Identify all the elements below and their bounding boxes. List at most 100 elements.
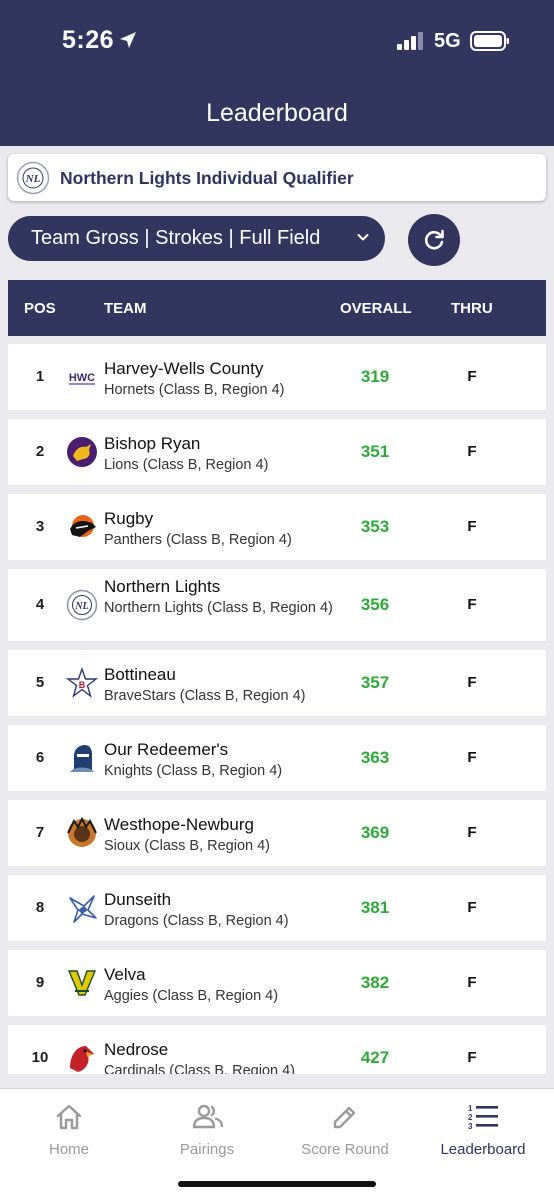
team-subtitle: Sioux (Class B, Region 4): [104, 838, 271, 854]
star-logo-icon: B: [65, 666, 99, 699]
tab-score-round[interactable]: Score Round: [276, 1089, 414, 1169]
thru-status: F: [467, 899, 477, 916]
row-position: 10: [31, 1049, 49, 1066]
refresh-icon: [424, 229, 444, 250]
team-subtitle: Hornets (Class B, Region 4): [104, 382, 285, 398]
team-name: Bottineau: [104, 665, 176, 684]
team-subtitle: Panthers (Class B, Region 4): [104, 532, 292, 548]
table-row[interactable]: 7 Westhope-Newburg Sioux (Class B, Regio…: [8, 800, 546, 866]
thru-status: F: [467, 596, 477, 613]
tab-label: Home: [48, 1141, 89, 1158]
row-position: 7: [35, 824, 45, 841]
overall-score: 351: [360, 442, 390, 461]
overall-score: 382: [360, 973, 390, 992]
table-row[interactable]: 2 Bishop Ryan Lions (Class B, Region 4) …: [8, 419, 546, 485]
lion-logo-icon: [66, 436, 98, 468]
row-position: 4: [35, 596, 45, 613]
overall-score: 319: [360, 367, 390, 386]
dragon-logo-icon: [66, 892, 98, 924]
table-row[interactable]: 6 Our Redeemer's Knights (Class B, Regio…: [8, 725, 546, 791]
team-subtitle: Lions (Class B, Region 4): [104, 457, 269, 473]
leaderboard-filter-select[interactable]: Team Gross | Strokes | Full Field: [8, 216, 385, 261]
column-header-thru[interactable]: THRU: [451, 300, 493, 317]
team-name: Harvey-Wells County: [104, 359, 264, 378]
row-position: 5: [35, 674, 45, 691]
leaderboard-icon: 1 2 3: [468, 1104, 498, 1131]
location-arrow-icon: [120, 32, 136, 48]
row-position: 6: [35, 749, 45, 766]
overall-score: 353: [360, 517, 390, 536]
team-name: Bishop Ryan: [104, 434, 201, 453]
knight-logo-icon: [66, 742, 98, 774]
pencil-icon: [333, 1106, 356, 1129]
refresh-button[interactable]: [408, 214, 460, 266]
status-time: 5:26: [62, 26, 115, 54]
battery-icon: [470, 31, 509, 51]
team-name: Velva: [104, 965, 146, 984]
team-name: Westhope-Newburg: [104, 815, 254, 834]
row-position: 1: [35, 368, 45, 385]
column-header-pos[interactable]: POS: [24, 300, 56, 317]
tab-label: Leaderboard: [440, 1141, 526, 1158]
tab-label: Pairings: [179, 1141, 235, 1158]
team-name: Northern Lights: [104, 577, 221, 596]
home-icon: [56, 1104, 82, 1130]
page-title: Leaderboard: [206, 99, 348, 127]
event-logo-icon: NL: [16, 161, 50, 195]
thru-status: F: [467, 749, 477, 766]
tab-pairings[interactable]: Pairings: [138, 1089, 276, 1169]
panther-logo-icon: [66, 511, 98, 543]
row-position: 9: [35, 974, 45, 991]
column-header-overall[interactable]: OVERALL: [340, 300, 412, 317]
thru-status: F: [467, 974, 477, 991]
svg-text:HWC: HWC: [69, 372, 95, 384]
svg-text:B: B: [79, 680, 86, 690]
team-subtitle: Northern Lights (Class B, Region 4): [104, 600, 333, 616]
thru-status: F: [467, 518, 477, 535]
team-name: Nedrose: [104, 1040, 169, 1059]
team-subtitle: Dragons (Class B, Region 4): [104, 913, 289, 929]
team-subtitle: Aggies (Class B, Region 4): [104, 988, 279, 1004]
app-header: 5:26 5G Leaderboard: [0, 0, 554, 146]
overall-score: 369: [360, 823, 390, 842]
chevron-down-icon: [357, 234, 369, 241]
svg-text:3: 3: [468, 1122, 473, 1131]
overall-score: 381: [360, 898, 390, 917]
thru-status: F: [467, 368, 477, 385]
event-name: Northern Lights Individual Qualifier: [60, 168, 354, 188]
table-row[interactable]: 1 HWC Harvey-Wells County Hornets (Class…: [8, 344, 546, 410]
overall-score: 357: [360, 673, 390, 692]
table-row[interactable]: 3 Rugby Panthers (Class B, Region 4) 353…: [8, 494, 546, 560]
people-icon: [192, 1104, 224, 1129]
home-indicator: [178, 1181, 376, 1187]
tab-label: Score Round: [301, 1141, 389, 1158]
thru-status: F: [467, 443, 477, 460]
headdress-logo-icon: [66, 816, 98, 849]
overall-score: 363: [360, 748, 390, 767]
row-position: 3: [35, 518, 45, 535]
table-row[interactable]: 10 Nedrose Cardinals (Class B, Region 4)…: [8, 1025, 546, 1074]
tab-home[interactable]: Home: [0, 1089, 138, 1169]
svg-text:2: 2: [468, 1113, 473, 1122]
table-row[interactable]: 5 B Bottineau BraveStars (Class B, Regio…: [8, 650, 546, 716]
leaderboard-list[interactable]: 1 HWC Harvey-Wells County Hornets (Class…: [0, 336, 554, 1074]
team-subtitle: Knights (Class B, Region 4): [104, 763, 283, 779]
table-row[interactable]: 4 NL Northern Lights Northern Lights (Cl…: [8, 569, 546, 641]
signal-icon: [397, 32, 423, 50]
table-row[interactable]: 9 Velva Aggies (Class B, Region 4) 382 F: [8, 950, 546, 1016]
row-position: 2: [35, 443, 45, 460]
event-card[interactable]: NL Northern Lights Individual Qualifier: [8, 154, 546, 201]
cardinal-logo-icon: [66, 1042, 98, 1074]
table-row[interactable]: 8 Dunseith Dragons (Class B, Region 4) 3…: [8, 875, 546, 941]
network-type: 5G: [434, 30, 461, 52]
team-name: Our Redeemer's: [104, 740, 229, 759]
team-name: Rugby: [104, 509, 154, 528]
aggies-logo-icon: [66, 967, 98, 999]
thru-status: F: [467, 1049, 477, 1066]
column-header-team[interactable]: TEAM: [104, 300, 147, 317]
tab-leaderboard[interactable]: 1 2 3 Leaderboard: [414, 1089, 552, 1169]
team-subtitle: Cardinals (Class B, Region 4): [104, 1063, 295, 1074]
row-position: 8: [35, 899, 45, 916]
nl-logo-icon: NL: [66, 589, 98, 621]
svg-text:1: 1: [468, 1104, 473, 1113]
